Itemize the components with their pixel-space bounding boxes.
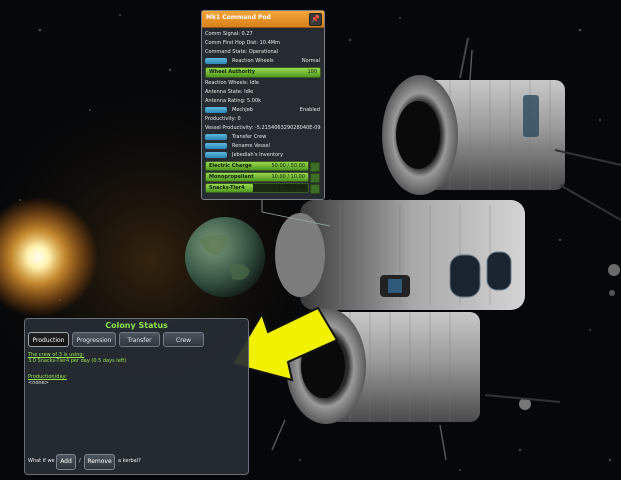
mechjeb-row: Mechjeb Enabled <box>205 106 321 115</box>
tab-progression[interactable]: Progression <box>72 332 116 347</box>
part-action-window: Mk1 Command Pod 📌 Comm Signal: 0.27 Comm… <box>201 10 325 200</box>
production-value: <none> <box>28 380 49 386</box>
resource-flow-toggle[interactable] <box>310 184 320 194</box>
resource-amount: 10.00 / 10.00 <box>271 174 306 180</box>
part-window-title: Mk1 Command Pod <box>206 14 271 21</box>
wheel-authority-slider[interactable]: Wheel Authority 100 <box>205 67 321 78</box>
resource-bar: Electric Charge 50.00 / 50.00 <box>205 161 309 171</box>
mechjeb-label: Mechjeb <box>232 107 253 113</box>
pin-icon[interactable]: 📌 <box>309 13 322 26</box>
transfer-crew-row: Transfer Crew <box>205 133 321 142</box>
transfer-crew-label: Transfer Crew <box>232 134 267 140</box>
resource-row-electric-charge: Electric Charge 50.00 / 50.00 <box>205 161 321 172</box>
resource-row-snacks: Snacks-Tier4 1.38 / 3.00 <box>205 183 321 194</box>
resource-bar: Snacks-Tier4 1.38 / 3.00 <box>205 183 309 193</box>
inventory-button[interactable] <box>205 152 227 158</box>
inventory-row: Jebediah's Inventory <box>205 151 321 160</box>
part-window-header[interactable]: Mk1 Command Pod 📌 <box>202 11 324 28</box>
productivity-row: Productivity: 0 <box>205 116 241 122</box>
rename-vessel-row: Rename Vessel <box>205 142 321 151</box>
rename-vessel-button[interactable] <box>205 143 227 149</box>
command-state-row: Command State: Operational <box>205 49 279 55</box>
whatif-prefix: What if we <box>28 458 55 464</box>
add-remove-separator: / <box>79 458 81 464</box>
reaction-wheels-value: Normal <box>301 58 320 64</box>
rename-vessel-label: Rename Vessel <box>232 143 270 149</box>
tab-production[interactable]: Production <box>28 332 69 347</box>
vessel-productivity-row: Vessel Productivity: -5.215406329028040E… <box>205 125 321 131</box>
resource-flow-toggle[interactable] <box>310 162 320 172</box>
colony-status-title: Colony Status <box>105 321 168 330</box>
inventory-label: Jebediah's Inventory <box>232 152 284 158</box>
reaction-wheels-label: Reaction Wheels <box>232 58 274 64</box>
comm-hop-row: Comm First Hop Dist: 10.4Mm <box>205 40 280 46</box>
mechjeb-toggle[interactable] <box>205 107 227 113</box>
add-kerbal-button[interactable]: Add <box>56 454 76 470</box>
whatif-suffix: a kerbal? <box>118 458 141 464</box>
wheel-authority-label: Wheel Authority <box>209 69 255 75</box>
comm-signal-row: Comm Signal: 0.27 <box>205 31 253 37</box>
wheel-authority-value: 100 <box>307 69 317 75</box>
antenna-state-row: Antenna State: Idle <box>205 89 254 95</box>
colony-status-window: Colony Status Production Progression Tra… <box>24 318 249 475</box>
remove-kerbal-button[interactable]: Remove <box>84 454 115 470</box>
resource-amount: 50.00 / 50.00 <box>271 163 306 169</box>
mechjeb-value: Enabled <box>299 107 320 113</box>
reaction-wheels-row: Reaction Wheels Normal <box>205 57 321 66</box>
antenna-rating-row: Antenna Rating: 5.00k <box>205 98 262 104</box>
resource-flow-toggle[interactable] <box>310 173 320 183</box>
resource-row-monopropellant: Monopropellant 10.00 / 10.00 <box>205 172 321 183</box>
resource-name: Electric Charge <box>209 163 252 169</box>
crew-usage: 3.0 Snacks-Tier4 per day (0.5 days left) <box>28 358 127 364</box>
tab-crew[interactable]: Crew <box>163 332 204 347</box>
resource-name: Monopropellant <box>209 174 254 180</box>
resource-name: Snacks-Tier4 <box>209 185 245 191</box>
resource-bar: Monopropellant 10.00 / 10.00 <box>205 172 309 182</box>
reaction-wheels-toggle[interactable] <box>205 58 227 64</box>
resource-amount: 1.38 / 3.00 <box>277 185 305 191</box>
reaction-wheel-state-row: Reaction Wheels: Idle <box>205 80 259 86</box>
transfer-crew-button[interactable] <box>205 134 227 140</box>
tab-transfer[interactable]: Transfer <box>119 332 160 347</box>
